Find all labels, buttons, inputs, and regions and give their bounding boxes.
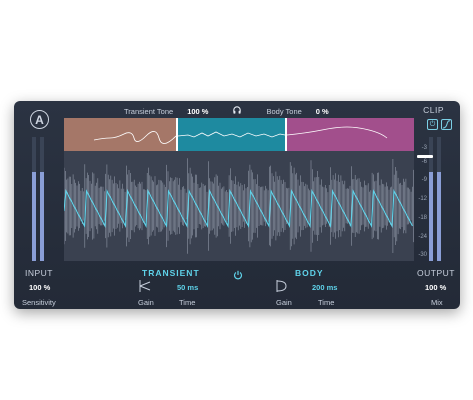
clip-label: CLIP	[423, 105, 444, 115]
band-low-curve	[93, 131, 177, 144]
band-low[interactable]	[64, 118, 177, 151]
output-value[interactable]: 100 %	[425, 283, 446, 292]
transient-shaper-plugin: A Transient Tone 100 % Body Tone 0 % CLI…	[14, 101, 460, 309]
output-label: OUTPUT	[417, 268, 455, 278]
band-mid[interactable]	[177, 118, 286, 151]
transient-title: TRANSIENT	[142, 268, 200, 278]
transient-gain-label: Gain	[138, 298, 154, 307]
input-label: INPUT	[25, 268, 53, 278]
output-meter-right-fill	[437, 171, 441, 261]
body-tone-value[interactable]: 0 %	[316, 107, 329, 116]
body-gain-label: Gain	[276, 298, 292, 307]
body-time-label: Time	[318, 298, 335, 307]
scale-tick: -9	[421, 177, 427, 183]
transient-tone-value[interactable]: 100 %	[187, 107, 208, 116]
input-meter-left	[32, 137, 36, 261]
body-title: BODY	[295, 268, 324, 278]
body-time-value[interactable]: 200 ms	[312, 283, 337, 292]
scale-tick: -6	[421, 159, 427, 165]
mix-label: Mix	[431, 298, 443, 307]
body-gain-icon[interactable]	[274, 279, 288, 298]
body-tone-label: Body Tone	[266, 106, 302, 116]
headphones-icon[interactable]	[230, 106, 244, 116]
scale-tick: -3	[421, 145, 427, 151]
input-value[interactable]: 100 %	[29, 283, 50, 292]
power-icon[interactable]	[233, 267, 243, 285]
clip-curve-icon[interactable]	[441, 119, 452, 130]
band-mid-curve	[177, 131, 286, 138]
transient-gain-icon[interactable]	[138, 279, 152, 298]
transient-tone-label: Transient Tone	[124, 106, 174, 116]
scale-tick: -18	[418, 215, 427, 221]
input-meter-right	[40, 137, 44, 261]
scale-tick: -12	[418, 196, 427, 202]
band-high-curve	[286, 126, 388, 139]
scale-tick: -30	[418, 252, 427, 258]
logo-icon: A	[30, 110, 49, 129]
input-meter-left-fill	[32, 171, 36, 261]
scale-tick: -24	[418, 234, 427, 240]
sensitivity-label: Sensitivity	[22, 298, 56, 307]
transient-time-label: Time	[179, 298, 196, 307]
tone-bar: Transient Tone 100 % Body Tone 0 %	[124, 104, 329, 118]
transient-time-value[interactable]: 50 ms	[177, 283, 198, 292]
waveform-graph	[63, 158, 414, 254]
band-high[interactable]	[286, 118, 414, 151]
output-meter-right	[437, 137, 441, 261]
frequency-bands	[64, 118, 414, 151]
waveform-display	[63, 151, 414, 261]
clip-power-icon[interactable]: ⏻	[427, 119, 438, 130]
output-meter-left-fill	[429, 171, 433, 261]
db-scale: -3 -6 -9 -12 -18 -24 -30	[414, 145, 428, 261]
input-meter-right-fill	[40, 171, 44, 261]
